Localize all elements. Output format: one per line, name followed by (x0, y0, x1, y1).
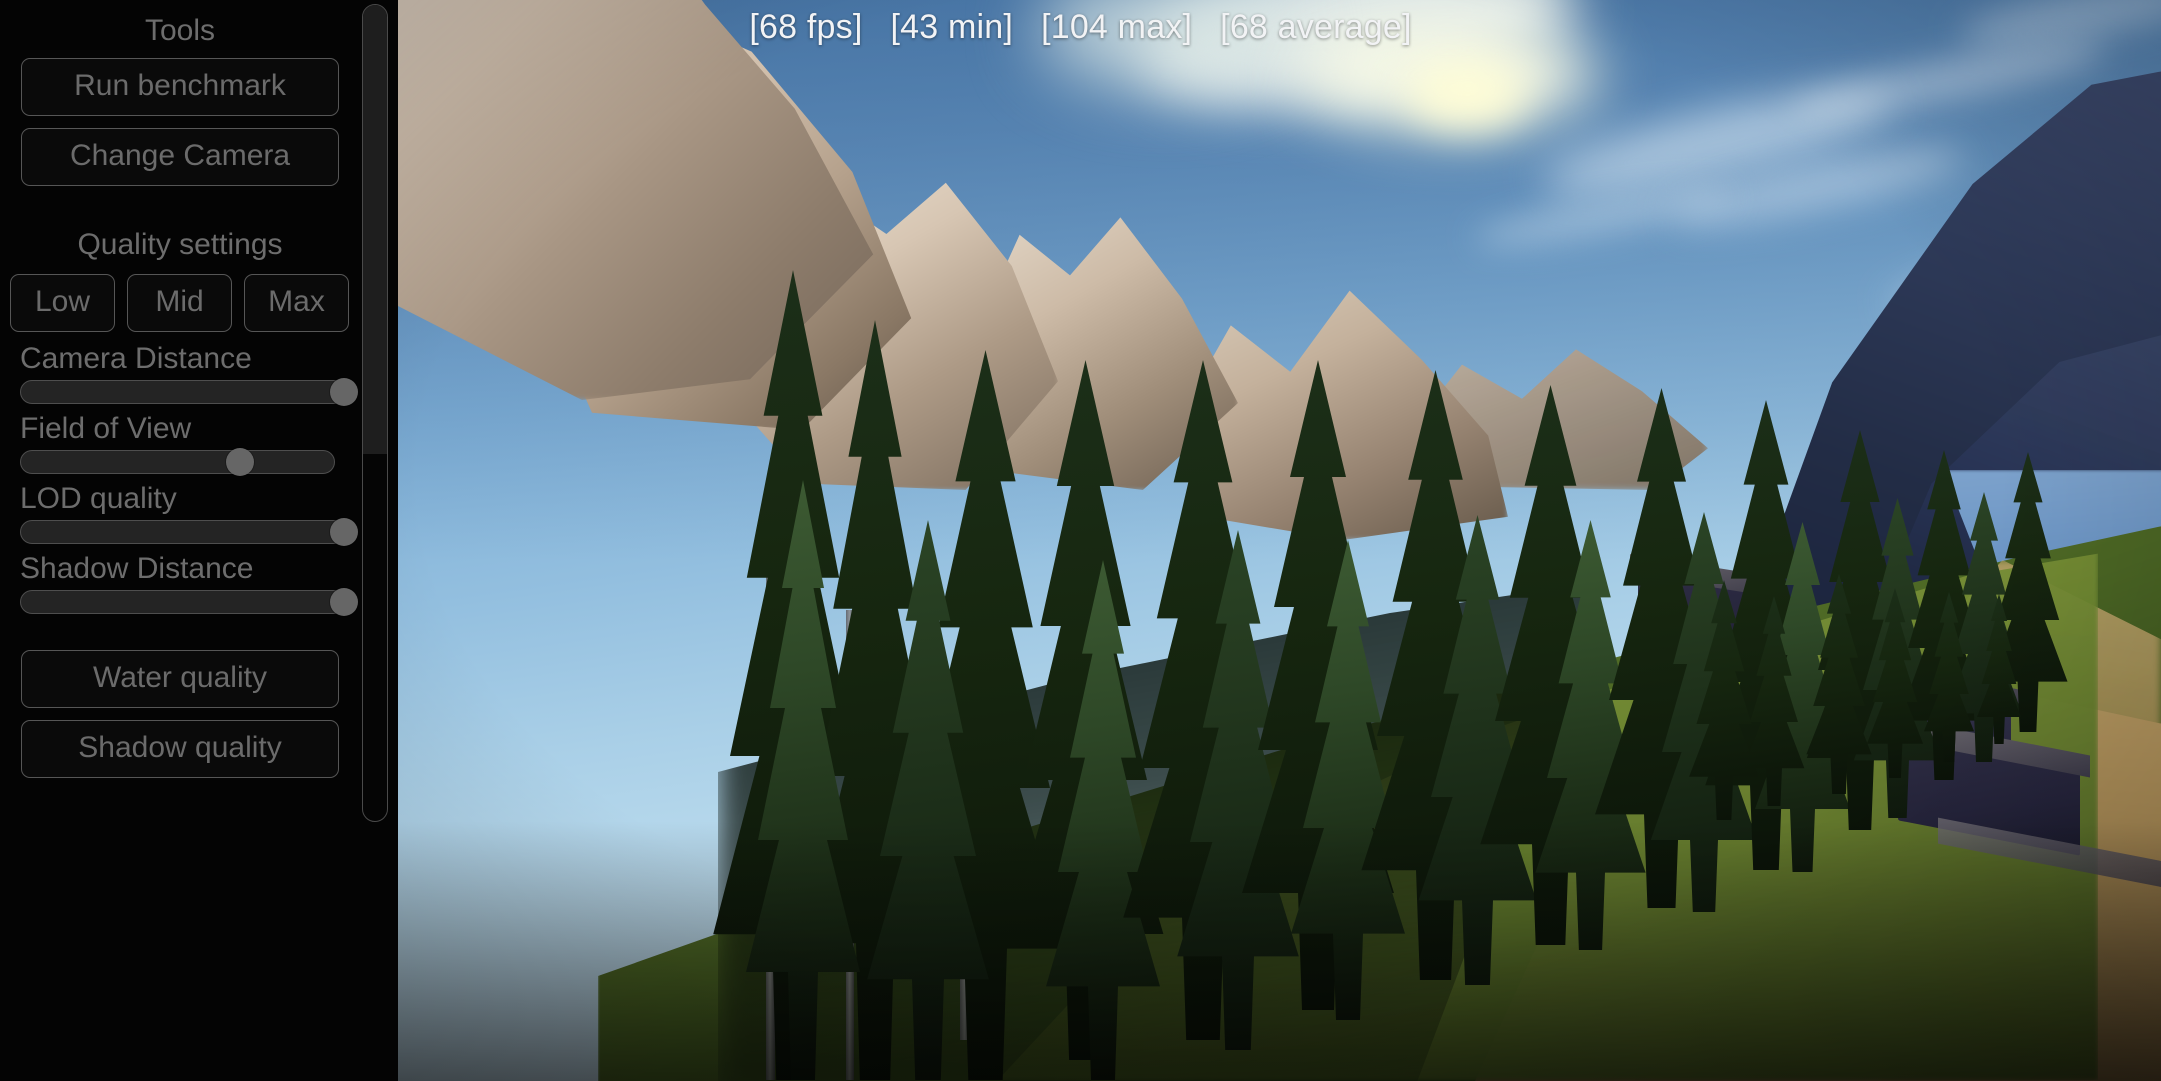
sky-haze (398, 0, 2161, 563)
shadow-distance-slider[interactable] (20, 588, 358, 616)
lod-quality-label: LOD quality (20, 482, 177, 515)
shadow-quality-button[interactable]: Shadow quality (21, 720, 339, 778)
lod-quality-slider[interactable] (20, 518, 358, 546)
shadow-distance-slider-knob[interactable] (330, 588, 358, 616)
3d-scene-viewport[interactable] (398, 0, 2161, 1081)
shadow-distance-label: Shadow Distance (20, 552, 254, 585)
quality-settings-title: Quality settings (77, 228, 283, 261)
application-window: [68 fps] [43 min] [104 max] [68 average] To… (0, 0, 2161, 1081)
settings-sidebar: Tools Run benchmark Change Camera Qualit… (0, 0, 398, 1081)
camera-distance-slider-knob[interactable] (330, 378, 358, 406)
quality-preset-mid[interactable]: Mid (127, 274, 232, 332)
camera-distance-slider[interactable] (20, 378, 358, 406)
sidebar-content: Tools Run benchmark Change Camera Qualit… (0, 14, 360, 778)
tools-panel-title: Tools (144, 14, 216, 47)
lod-quality-slider-knob[interactable] (330, 518, 358, 546)
field-of-view-label: Field of View (20, 412, 192, 445)
quality-preset-group: Low Mid Max (0, 274, 360, 332)
field-of-view-slider[interactable] (20, 448, 335, 476)
camera-distance-label: Camera Distance (20, 342, 252, 375)
sidebar-scrollbar[interactable] (362, 4, 388, 822)
run-benchmark-button[interactable]: Run benchmark (21, 58, 339, 116)
quality-preset-max[interactable]: Max (244, 274, 349, 332)
water-quality-button[interactable]: Water quality (21, 650, 339, 708)
sidebar-scrollbar-thumb[interactable] (363, 5, 387, 454)
quality-preset-low[interactable]: Low (10, 274, 115, 332)
change-camera-button[interactable]: Change Camera (21, 128, 339, 186)
field-of-view-slider-knob[interactable] (226, 448, 255, 476)
